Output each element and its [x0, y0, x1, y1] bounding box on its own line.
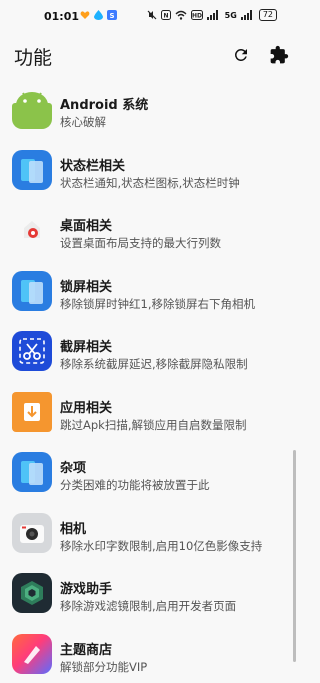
app-blue-icon [12, 150, 52, 190]
item-subtitle: 核心破解 [60, 114, 106, 130]
item-title: 主题商店 [60, 639, 112, 658]
camera-icon [12, 513, 52, 553]
item-title: 状态栏相关 [60, 155, 125, 174]
refresh-button[interactable] [228, 42, 254, 68]
status-time: 01:01 [44, 10, 79, 23]
list-item-misc[interactable]: 杂项 分类困难的功能将被放置于此 [0, 441, 301, 502]
list-item-camera[interactable]: 相机 移除水印字数限制,启用10亿色影像支持 [0, 502, 301, 563]
app-notification-icon: S [107, 10, 117, 20]
item-title: 桌面相关 [60, 215, 112, 234]
status-system-icons: N HD 5G 72 [147, 9, 277, 21]
item-title: 应用相关 [60, 397, 112, 416]
list-item-theme-store[interactable]: 主题商店 解锁部分功能VIP [0, 623, 301, 683]
item-title: 截屏相关 [60, 336, 112, 355]
item-title: 锁屏相关 [60, 276, 112, 295]
puzzle-icon [269, 45, 289, 65]
launcher-icon [12, 210, 52, 250]
item-subtitle: 解锁部分功能VIP [60, 659, 147, 675]
app-blue-icon [12, 452, 52, 492]
download-box-icon [12, 392, 52, 432]
scrollbar[interactable] [293, 450, 296, 662]
list-item-launcher[interactable]: 桌面相关 设置桌面布局支持的最大行列数 [0, 199, 301, 260]
hd-icon: HD [191, 10, 203, 20]
item-title: 游戏助手 [60, 578, 112, 597]
mute-icon [147, 10, 157, 20]
item-subtitle: 移除锁屏时钟红1,移除锁屏右下角相机 [60, 296, 255, 312]
item-subtitle: 移除系统截屏延迟,移除截屏隐私限制 [60, 356, 248, 372]
svg-text:HD: HD [192, 13, 202, 20]
list-item-status-bar[interactable]: 状态栏相关 状态栏通知,状态栏图标,状态栏时钟 [0, 139, 301, 200]
list-item-lockscreen[interactable]: 锁屏相关 移除锁屏时钟红1,移除锁屏右下角相机 [0, 260, 301, 321]
item-title: 杂项 [60, 457, 86, 476]
svg-text:S: S [109, 12, 114, 20]
item-subtitle: 移除游戏滤镜限制,启用开发者页面 [60, 598, 236, 614]
plugin-button[interactable] [266, 42, 292, 68]
android-icon [12, 89, 52, 129]
refresh-icon [232, 46, 250, 64]
svg-text:N: N [163, 13, 168, 20]
battery-indicator: 72 [259, 9, 277, 21]
page-title: 功能 [14, 43, 52, 70]
status-bar: 01:01 S N HD [0, 0, 301, 34]
wifi-icon [175, 10, 187, 20]
drop-icon [94, 10, 103, 20]
network-type: 5G [225, 11, 237, 20]
scissors-icon [12, 331, 52, 371]
feature-list: Android 系统 核心破解 状态栏相关 状态栏通知,状态栏图标,状态栏时钟 … [0, 78, 301, 683]
signal-icon-2 [241, 10, 255, 20]
item-title: Android 系统 [60, 94, 148, 113]
list-item-game-assistant[interactable]: 游戏助手 移除游戏滤镜限制,启用开发者页面 [0, 562, 301, 623]
list-item-screenshot[interactable]: 截屏相关 移除系统截屏延迟,移除截屏隐私限制 [0, 320, 301, 381]
item-subtitle: 跳过Apk扫描,解锁应用自启数量限制 [60, 417, 246, 433]
item-subtitle: 分类困难的功能将被放置于此 [60, 477, 210, 493]
list-item-android-system[interactable]: Android 系统 核心破解 [0, 78, 301, 139]
nfc-icon: N [161, 10, 171, 20]
item-subtitle: 状态栏通知,状态栏图标,状态栏时钟 [60, 175, 240, 191]
item-subtitle: 设置桌面布局支持的最大行列数 [60, 235, 221, 251]
item-subtitle: 移除水印字数限制,启用10亿色影像支持 [60, 538, 262, 554]
app-bar: 功能 [0, 34, 301, 76]
app-blue-icon [12, 271, 52, 311]
item-title: 相机 [60, 518, 86, 537]
status-notification-icons: S [80, 10, 117, 20]
game-assistant-icon [12, 573, 52, 613]
heart-icon [80, 10, 90, 20]
list-item-apps[interactable]: 应用相关 跳过Apk扫描,解锁应用自启数量限制 [0, 381, 301, 442]
signal-icon [207, 10, 221, 20]
theme-store-icon [12, 634, 52, 674]
